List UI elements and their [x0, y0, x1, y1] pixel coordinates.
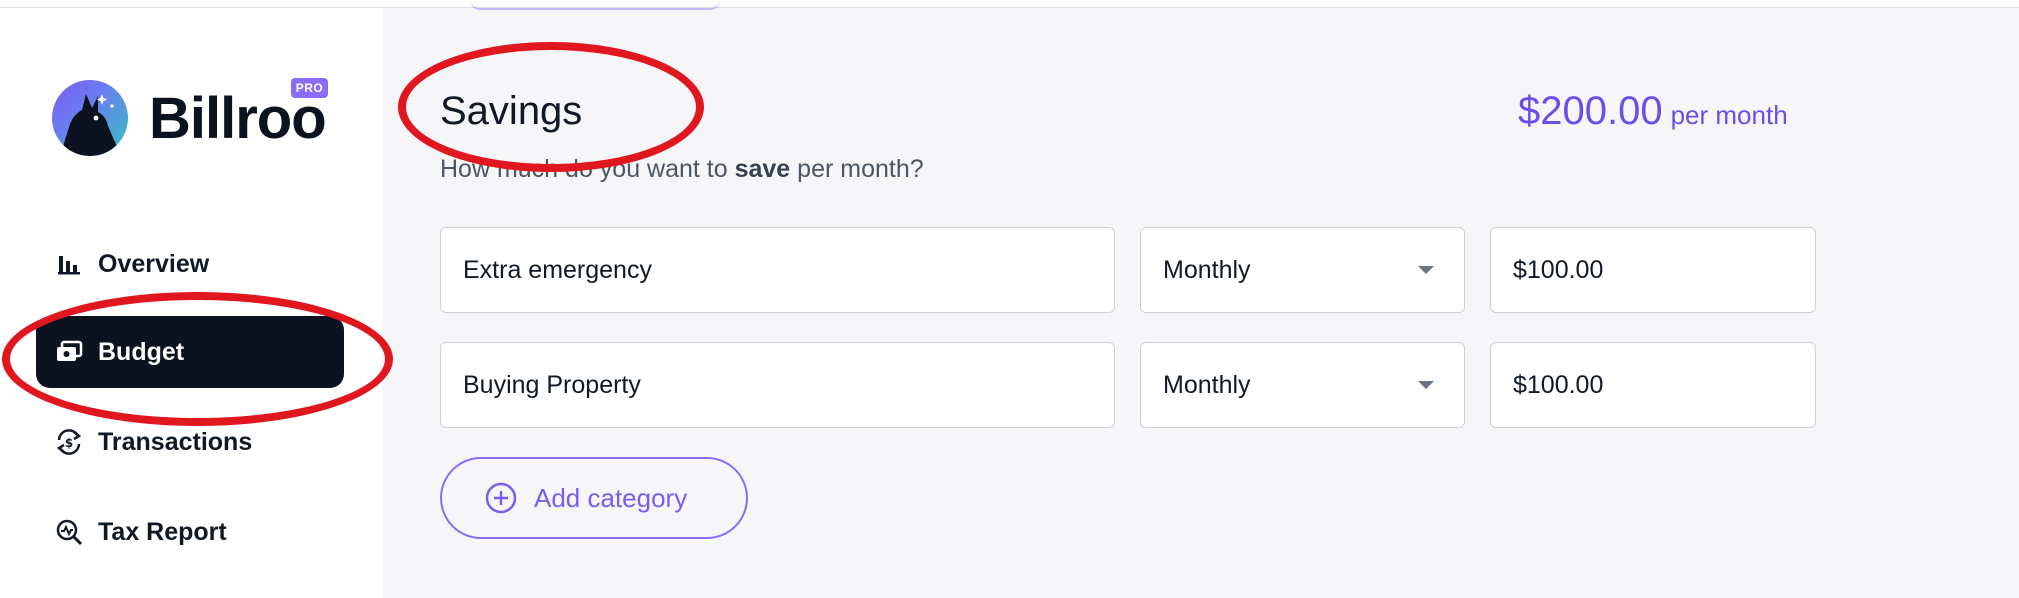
- total-suffix: per month: [1670, 100, 1788, 130]
- tax-search-icon: [54, 517, 84, 547]
- kangaroo-logo-icon: [52, 80, 128, 156]
- chevron-down-icon: [1418, 266, 1434, 274]
- plus-circle-icon: [484, 481, 518, 515]
- savings-total: $200.00 per month: [1518, 86, 1788, 140]
- pro-badge: PRO: [291, 78, 328, 98]
- app-logo[interactable]: Billroo PRO: [52, 72, 352, 162]
- bar-chart-icon: [54, 249, 84, 279]
- nav-label-overview: Overview: [98, 249, 210, 278]
- sidebar: Billroo PRO Overview Budget $ Transactio…: [0, 8, 382, 598]
- frequency-select[interactable]: Monthly: [1140, 227, 1465, 313]
- nav-label-budget: Budget: [98, 337, 185, 366]
- add-category-label: Add category: [534, 482, 688, 513]
- wallet-icon: [54, 337, 84, 367]
- transactions-sync-icon: $: [54, 427, 84, 457]
- nav-item-tax-report[interactable]: Tax Report: [36, 496, 344, 568]
- nav-item-budget[interactable]: Budget: [36, 316, 344, 388]
- top-divider: [0, 0, 2019, 8]
- total-amount: $200.00: [1518, 89, 1663, 133]
- nav-label-transactions: Transactions: [98, 427, 253, 456]
- section-title: Savings: [440, 89, 583, 133]
- amount-input[interactable]: $100.00: [1490, 227, 1816, 313]
- scrolled-element-edge: [470, 0, 720, 10]
- frequency-select[interactable]: Monthly: [1140, 342, 1465, 428]
- svg-text:$: $: [65, 436, 73, 450]
- section-subtitle: How much do you want to save per month?: [440, 155, 924, 183]
- nav-item-overview[interactable]: Overview: [36, 228, 344, 300]
- nav-item-transactions[interactable]: $ Transactions: [36, 406, 344, 478]
- amount-input[interactable]: $100.00: [1490, 342, 1816, 428]
- category-name-input[interactable]: Buying Property: [440, 342, 1115, 428]
- chevron-down-icon: [1418, 381, 1434, 389]
- nav-label-tax-report: Tax Report: [98, 517, 227, 546]
- add-category-button[interactable]: Add category: [440, 457, 748, 539]
- category-name-input[interactable]: Extra emergency: [440, 227, 1115, 313]
